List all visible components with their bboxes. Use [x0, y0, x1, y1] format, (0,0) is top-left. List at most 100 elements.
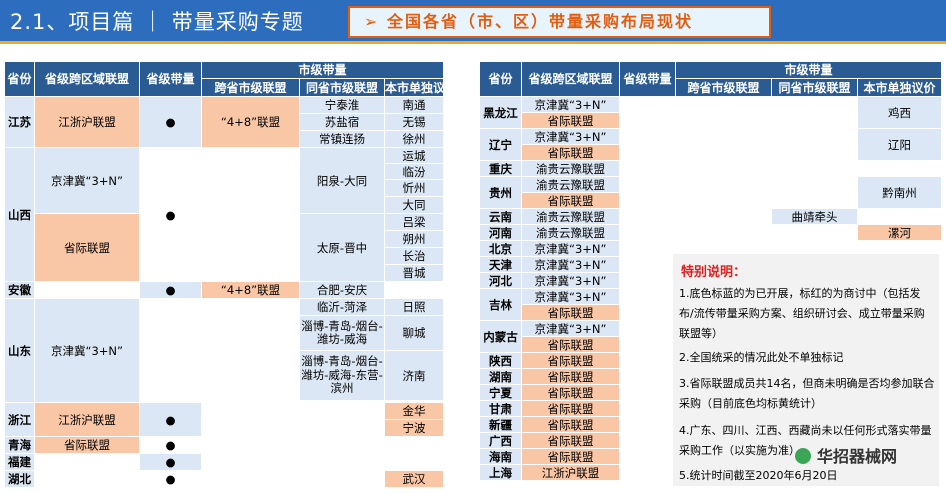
- provincial-dot: ●: [139, 436, 202, 454]
- section-banner: ➢ 全国各省（市、区）带量采购布局现状: [348, 6, 771, 38]
- province-cell: 海南: [479, 448, 522, 465]
- solo-city-cell: 日照: [383, 298, 445, 316]
- alliance-cell: 京津冀“3+N”: [521, 256, 620, 273]
- alliance-cell: 省际联盟: [521, 432, 620, 449]
- same-city-cell: 淄博-青岛-烟台-潍坊-威海-东营-滨州: [299, 350, 385, 401]
- empty-cell: [34, 453, 140, 471]
- solo-city-cell: 朔州: [383, 230, 445, 248]
- alliance-cell: 省际联盟: [521, 144, 620, 161]
- cross-city-cell: “4+8”联盟: [201, 96, 300, 148]
- header-bar: 2.1、项目篇 ｜ 带量采购专题 ➢ 全国各省（市、区）带量采购布局现状: [0, 0, 946, 44]
- solo-city-cell: 黔南州: [856, 176, 943, 209]
- header-province: 省份: [479, 61, 522, 97]
- province-cell: 吉林: [479, 288, 522, 321]
- same-city-cell: 苏盐宿: [299, 113, 385, 131]
- alliance-cell: 省际联盟: [521, 416, 620, 433]
- alliance-cell: 省际联盟: [34, 436, 140, 454]
- solo-city-cell: 晋城: [383, 264, 445, 282]
- alliance-cell: 京津冀“3+N”: [521, 272, 620, 289]
- solo-city-cell: 宁波: [383, 419, 445, 437]
- empty-cell: [675, 176, 772, 209]
- province-cell: 河南: [479, 224, 522, 241]
- province-cell: 内蒙古: [479, 320, 522, 353]
- watermark-logo: 华招器械网: [795, 443, 897, 467]
- solo-city-cell: 运城: [383, 147, 445, 164]
- province-cell: 北京: [479, 240, 522, 257]
- wechat-icon: [795, 448, 811, 464]
- alliance-cell: 京津冀“3+N”: [521, 288, 620, 305]
- province-cell: 黑龙江: [479, 96, 522, 129]
- solo-city-cell: 辽阳: [856, 128, 943, 161]
- header-provincial: 省级带量: [139, 61, 202, 97]
- province-cell: 安徽: [4, 281, 35, 299]
- empty-cell: [675, 224, 772, 241]
- empty-cell: [619, 96, 676, 129]
- province-cell: 青海: [4, 436, 35, 454]
- province-cell: 山东: [4, 298, 35, 403]
- cross-city-cell: “4+8”联盟: [201, 281, 300, 299]
- note-item: 3.省际联盟成员共14名，但商未明确是否均参加联合采购（目前底色均标黄统计）: [679, 377, 935, 410]
- empty-cell: [675, 208, 772, 225]
- province-cell: 新疆: [479, 416, 522, 433]
- alliance-cell: 京津冀“3+N”: [521, 128, 620, 145]
- alliance-cell: 京津冀“3+N”: [34, 298, 140, 403]
- alliance-cell: 江浙沪联盟: [521, 464, 620, 481]
- left-procurement-table: 省份省级跨区域联盟省级带量市级带量 跨省市级联盟同省市级联盟本市单独议价 江苏江…: [4, 61, 445, 488]
- same-city-cell: 阳泉-大同: [299, 147, 385, 214]
- province-cell: 贵州: [479, 176, 522, 209]
- alliance-cell: 省际联盟: [521, 112, 620, 129]
- province-cell: 湖北: [4, 470, 35, 488]
- header-city-solo: 本市单独议价: [856, 78, 943, 97]
- solo-city-cell: 吕梁: [383, 213, 445, 231]
- same-city-cell: 常镇连扬: [299, 130, 385, 148]
- province-cell: 甘肃: [479, 400, 522, 417]
- empty-cell: [856, 208, 943, 225]
- same-city-cell: 太原-晋中: [299, 213, 385, 282]
- solo-city-cell: 漯河: [856, 224, 943, 241]
- alliance-cell: 京津冀“3+N”: [521, 240, 620, 257]
- alliance-cell: 渝贵云豫联盟: [521, 176, 620, 193]
- header-same-province-city: 同省市级联盟: [299, 78, 385, 97]
- alliance-cell: 省际联盟: [521, 304, 620, 321]
- province-cell: 陕西: [479, 352, 522, 369]
- header-city-group: 市级带量: [674, 61, 943, 79]
- header-cross-region: 省级跨区域联盟: [34, 61, 140, 97]
- solo-city-cell: 金华: [383, 402, 445, 420]
- alliance-cell: 江浙沪联盟: [34, 402, 140, 437]
- provincial-dot: ●: [139, 470, 202, 488]
- same-city-cell: 淄博-青岛-烟台-潍坊-威海: [299, 315, 385, 351]
- header-city-solo: 本市单独议价: [383, 78, 445, 97]
- empty-cell: [383, 453, 445, 471]
- solo-city-cell: 徐州: [383, 130, 445, 148]
- solo-city-cell: 济南: [383, 350, 445, 401]
- empty-cell: [675, 96, 772, 129]
- province-cell: 辽宁: [479, 128, 522, 161]
- solo-city-cell: 聊城: [383, 315, 445, 351]
- solo-city-cell: 武汉: [383, 470, 445, 488]
- provincial-dot: ●: [139, 147, 202, 282]
- provincial-dot: ●: [139, 281, 202, 299]
- header-cross-province-city: 跨省市级联盟: [201, 78, 300, 97]
- empty-cell: [619, 208, 676, 225]
- province-cell: 福建: [4, 453, 35, 471]
- same-city-cell: 合肥-安庆: [299, 281, 385, 299]
- province-cell: 河北: [479, 272, 522, 289]
- province-cell: 江苏: [4, 96, 35, 148]
- same-city-cell: 宁泰淮: [299, 96, 385, 114]
- province-cell: 山西: [4, 147, 35, 282]
- empty-cell: [619, 128, 676, 161]
- cross-city-empty: [201, 298, 300, 403]
- alliance-cell: 省际联盟: [521, 336, 620, 353]
- same-city-cell: 曲靖牵头: [771, 208, 858, 225]
- alliance-cell: 京津冀“3+N”: [521, 320, 620, 337]
- header-same-province-city: 同省市级联盟: [771, 78, 858, 97]
- note-item: 2.全国统采的情况此处不单独标记: [679, 351, 844, 364]
- empty-cell: [771, 128, 858, 161]
- solo-city-cell: 长治: [383, 247, 445, 265]
- empty-cell: [619, 224, 676, 241]
- provincial-dot: ●: [139, 96, 202, 148]
- header-cross-region: 省级跨区域联盟: [521, 61, 620, 97]
- alliance-cell: 省际联盟: [521, 448, 620, 465]
- note-item: 5.统计时间截至2020年6月20日: [679, 469, 838, 482]
- alliance-cell: 省际联盟: [521, 400, 620, 417]
